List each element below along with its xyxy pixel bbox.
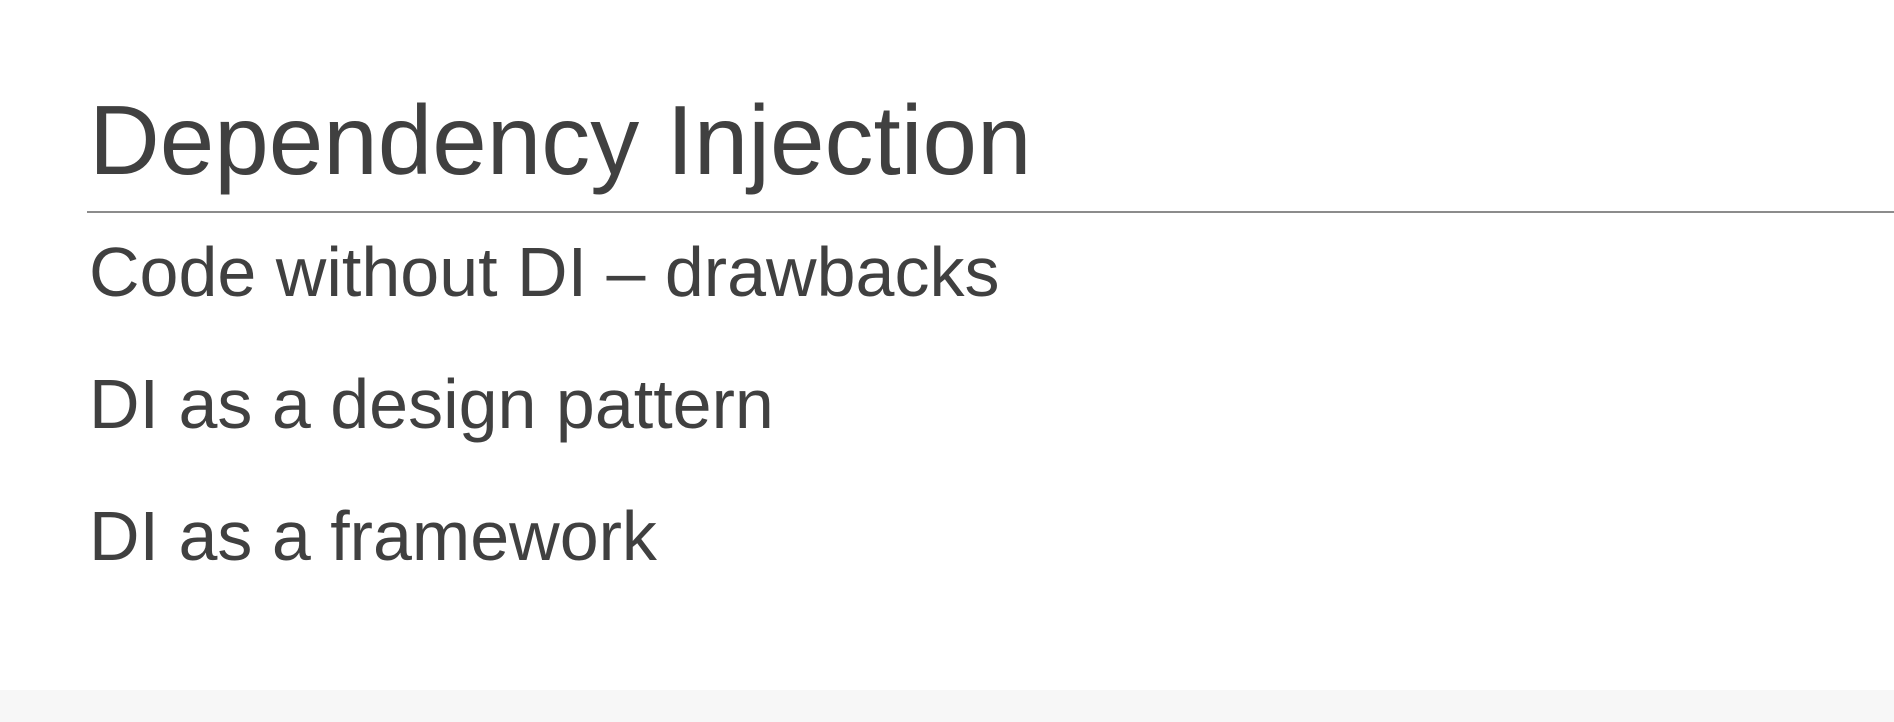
slide: Dependency Injection Code without DI – d… [0, 0, 1894, 722]
bullet-list: Code without DI – drawbacks DI as a desi… [89, 232, 999, 628]
title-divider [87, 211, 1894, 213]
bullet-item: DI as a design pattern [89, 365, 774, 443]
slide-title: Dependency Injection [89, 85, 1032, 195]
footer-bar [0, 690, 1894, 722]
bullet-item: Code without DI – drawbacks [89, 233, 1000, 311]
bullet-item: DI as a framework [89, 497, 657, 575]
